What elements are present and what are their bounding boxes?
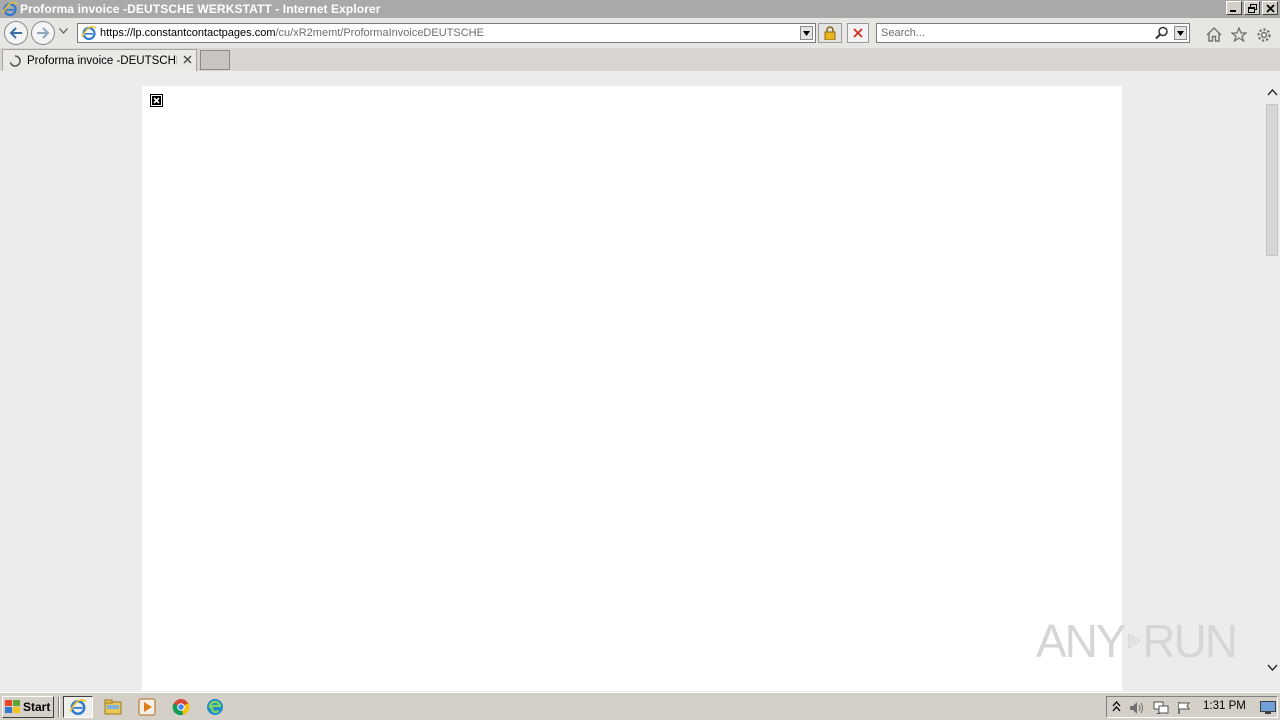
close-window-button[interactable] <box>1262 1 1278 15</box>
start-button[interactable]: Start <box>2 696 54 718</box>
watermark-text-right: RUN <box>1142 615 1238 667</box>
network-icon[interactable] <box>1153 701 1169 715</box>
vertical-scrollbar[interactable] <box>1264 86 1280 691</box>
taskbar-chrome[interactable] <box>166 696 196 718</box>
security-report-button[interactable] <box>818 23 842 43</box>
taskbar-separator <box>58 697 60 717</box>
address-bar[interactable]: https://lp.constantcontactpages.com/cu/x… <box>77 23 816 43</box>
browser-viewport <box>0 71 1264 691</box>
search-input[interactable] <box>877 26 1147 40</box>
taskbar-internet-explorer[interactable] <box>63 696 93 718</box>
internet-explorer-icon <box>69 699 87 715</box>
restore-button[interactable] <box>1244 1 1260 15</box>
scroll-down-arrow-icon[interactable] <box>1267 664 1278 672</box>
address-dropdown-button[interactable] <box>800 26 813 40</box>
close-icon <box>1265 3 1275 13</box>
window-title-bar[interactable]: Proforma invoice -DEUTSCHE WERKSTATT - I… <box>0 0 1280 18</box>
media-player-icon <box>138 698 156 716</box>
home-icon[interactable] <box>1206 27 1222 42</box>
back-button[interactable] <box>4 21 28 45</box>
minimize-button[interactable] <box>1226 1 1242 15</box>
watermark-text-left: ANY <box>1036 615 1127 667</box>
file-explorer-icon <box>104 699 122 715</box>
start-label: Start <box>23 700 51 714</box>
forward-button[interactable] <box>31 21 55 45</box>
taskbar-edge[interactable] <box>200 696 230 718</box>
play-logo-icon <box>1127 633 1141 649</box>
internet-explorer-icon <box>2 1 18 17</box>
anyrun-watermark: ANY RUN <box>1036 610 1238 672</box>
page-content <box>142 86 1122 691</box>
taskbar-media-player[interactable] <box>132 696 162 718</box>
show-desktop-icon[interactable] <box>1260 701 1276 714</box>
scroll-up-arrow-icon[interactable] <box>1267 88 1278 96</box>
system-clock[interactable]: 1:31 PM <box>1203 700 1246 712</box>
loading-spinner-icon <box>9 54 21 67</box>
tab-bar: Proforma invoice -DEUTSCHE... <box>0 48 1280 71</box>
settings-gear-icon[interactable] <box>1256 27 1272 43</box>
url-host: https://lp.constantcontactpages.com <box>100 27 276 39</box>
lock-icon <box>824 26 836 40</box>
show-hidden-icons-icon[interactable] <box>1112 701 1121 713</box>
navigation-bar: https://lp.constantcontactpages.com/cu/x… <box>0 18 1280 48</box>
edge-icon <box>207 699 223 715</box>
favorites-star-icon[interactable] <box>1231 27 1247 42</box>
stop-button[interactable] <box>847 23 869 43</box>
window-title: Proforma invoice -DEUTSCHE WERKSTATT - I… <box>20 2 381 16</box>
taskbar: Start 1:31 PM <box>0 692 1280 720</box>
search-dropdown-button[interactable] <box>1174 26 1187 40</box>
history-dropdown-icon[interactable] <box>59 28 68 34</box>
tab-label: Proforma invoice -DEUTSCHE... <box>27 54 177 67</box>
volume-icon[interactable] <box>1129 701 1145 715</box>
back-arrow-icon <box>9 27 22 39</box>
system-tray: 1:31 PM <box>1106 696 1278 718</box>
chevron-down-icon <box>1177 30 1184 36</box>
search-box[interactable] <box>876 23 1190 43</box>
action-center-flag-icon[interactable] <box>1177 701 1191 715</box>
tab-proforma-invoice[interactable]: Proforma invoice -DEUTSCHE... <box>2 49 197 71</box>
broken-image-icon <box>150 94 163 107</box>
minimize-icon <box>1230 10 1236 12</box>
forward-arrow-icon <box>37 27 50 39</box>
chevron-down-icon <box>803 30 810 36</box>
search-icon[interactable] <box>1155 26 1169 40</box>
page-favicon-icon <box>81 25 97 41</box>
tab-close-icon[interactable] <box>183 55 192 64</box>
chrome-icon <box>172 699 190 716</box>
new-tab-button[interactable] <box>200 50 230 70</box>
scrollbar-thumb[interactable] <box>1266 104 1278 256</box>
taskbar-file-explorer[interactable] <box>98 696 128 718</box>
stop-x-icon <box>853 28 863 38</box>
windows-logo-icon <box>5 700 20 713</box>
url-path: /cu/xR2memt/ProformaInvoiceDEUTSCHE <box>275 27 484 39</box>
restore-icon <box>1247 3 1257 13</box>
